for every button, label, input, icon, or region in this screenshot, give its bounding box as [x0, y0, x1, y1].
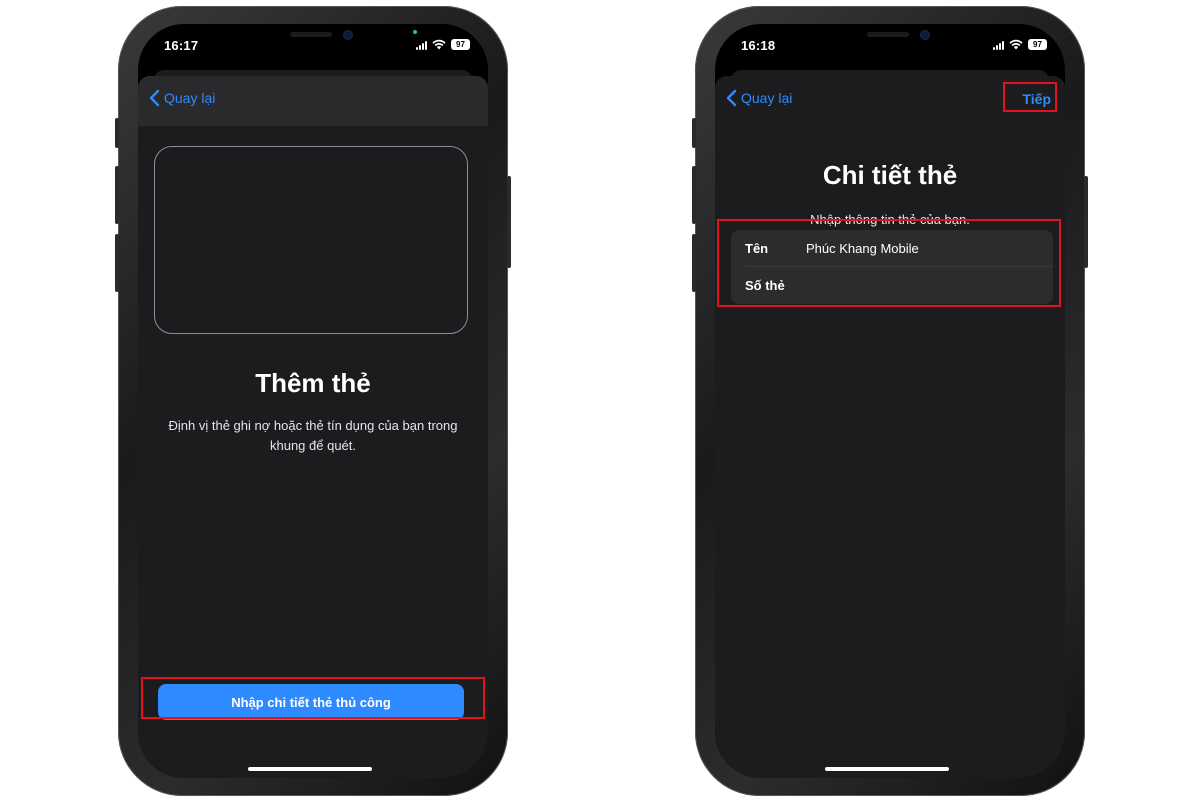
battery-icon: 97: [1028, 39, 1047, 50]
phone-screen: 16:17 97 Quay lại Thêm thẻ Định vị thẻ g…: [138, 24, 488, 778]
back-label: Quay lại: [741, 90, 793, 106]
page-title: Thêm thẻ: [255, 368, 371, 398]
nav-bar: Quay lại: [138, 76, 488, 126]
back-button[interactable]: Quay lại: [725, 89, 792, 107]
back-label: Quay lại: [164, 90, 216, 106]
cellular-signal-icon: [416, 40, 427, 50]
chevron-left-icon: [149, 89, 160, 107]
wifi-icon: [432, 39, 446, 50]
cellular-signal-icon: [993, 40, 1004, 50]
front-camera: [344, 31, 352, 39]
front-camera: [921, 31, 929, 39]
status-time: 16:18: [741, 38, 776, 53]
home-indicator[interactable]: [825, 767, 949, 771]
home-indicator[interactable]: [248, 767, 372, 771]
speaker: [290, 32, 332, 37]
power-button: [1084, 176, 1088, 268]
mute-switch: [692, 118, 696, 148]
highlight-manual-button: [141, 677, 485, 719]
page-title: Chi tiết thẻ: [822, 160, 958, 190]
status-time: 16:17: [164, 38, 199, 53]
volume-down-button: [115, 234, 119, 292]
chevron-left-icon: [726, 89, 737, 107]
notch: [801, 24, 977, 54]
notch: [224, 24, 400, 54]
phone-screen: 16:18 97 Quay lại Tiếp Chi tiết thẻ Nhập…: [715, 24, 1065, 778]
card-details-sheet: Quay lại Tiếp Chi tiết thẻ Nhập thông ti…: [715, 76, 1065, 778]
page-subtitle: Định vị thẻ ghi nợ hoặc thẻ tín dụng của…: [168, 418, 458, 453]
wifi-icon: [1009, 39, 1023, 50]
mute-switch: [115, 118, 119, 148]
status-indicators: 97: [416, 39, 470, 50]
battery-icon: 97: [451, 39, 470, 50]
highlight-next-button: [1003, 82, 1057, 112]
highlight-card-form: [717, 219, 1061, 307]
add-card-sheet: Quay lại Thêm thẻ Định vị thẻ ghi nợ hoặ…: [138, 76, 488, 778]
camera-in-use-indicator: [413, 30, 417, 34]
status-indicators: 97: [993, 39, 1047, 50]
volume-up-button: [115, 166, 119, 224]
volume-up-button: [692, 166, 696, 224]
back-button[interactable]: Quay lại: [148, 89, 215, 107]
power-button: [507, 176, 511, 268]
phone-right: 16:18 97 Quay lại Tiếp Chi tiết thẻ Nhập…: [692, 6, 1088, 796]
card-scan-frame: [154, 146, 468, 334]
volume-down-button: [692, 234, 696, 292]
speaker: [867, 32, 909, 37]
